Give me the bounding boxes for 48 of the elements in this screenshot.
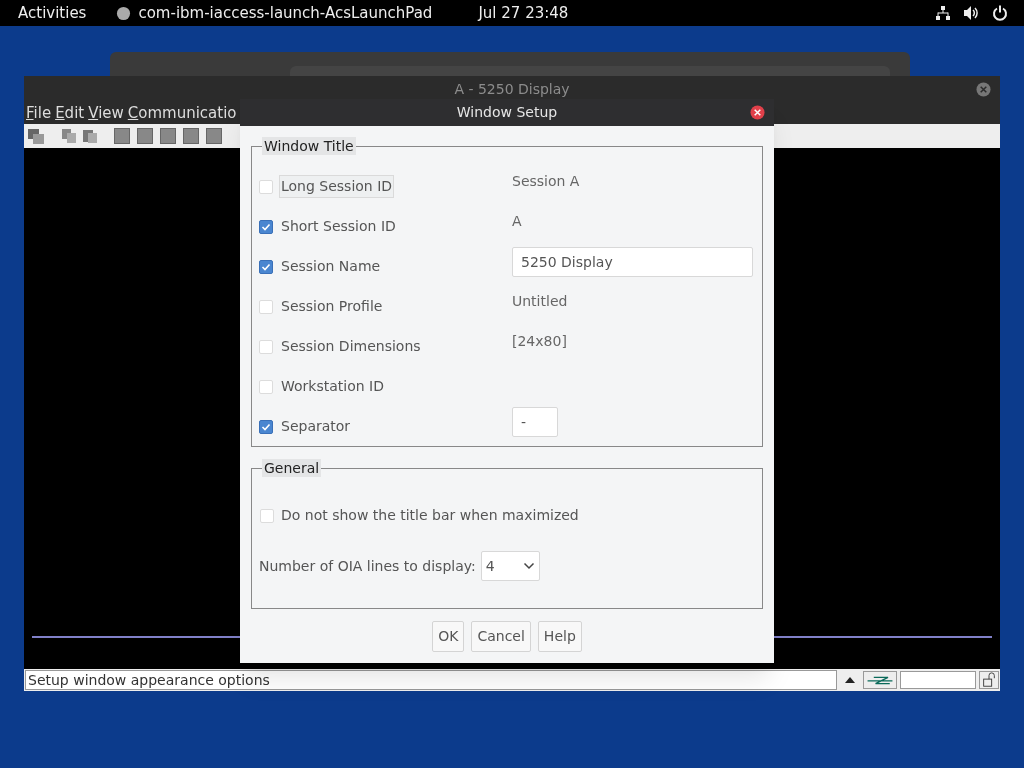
toolbar-icon[interactable]	[61, 128, 77, 144]
power-icon[interactable]	[992, 5, 1008, 21]
checkbox-label[interactable]: Long Session ID	[279, 175, 395, 198]
text-field[interactable]: -	[512, 407, 558, 437]
window-title: A - 5250 Display	[454, 79, 570, 99]
value-text: A	[512, 212, 522, 231]
network-icon[interactable]	[935, 5, 951, 21]
activities-button[interactable]: Activities	[18, 1, 87, 25]
clock[interactable]: Jul 27 23:48	[478, 1, 569, 25]
app-menu[interactable]: com-ibm-iaccess-launch-AcsLaunchPad	[138, 1, 433, 25]
checkbox-label[interactable]: Separator	[279, 415, 353, 438]
dialog-button[interactable]: OK	[432, 621, 465, 652]
checkbox[interactable]	[259, 419, 273, 434]
menu-item[interactable]: Communicatio	[127, 101, 237, 125]
checkmark-icon	[261, 221, 271, 232]
menu-item[interactable]: View	[88, 101, 124, 125]
value-text: [24x80]	[512, 332, 567, 351]
oia-lines-dropdown[interactable]: 4	[480, 551, 540, 581]
checkmark-icon	[261, 261, 271, 272]
app-icon	[116, 5, 132, 21]
field-label: Number of OIA lines to display:	[259, 556, 476, 576]
value-text: Untitled	[512, 292, 568, 311]
dialog-button[interactable]: Help	[537, 621, 582, 652]
close-icon[interactable]	[750, 105, 765, 120]
connection-icon	[863, 671, 897, 689]
dialog-title: Window Setup	[456, 103, 558, 122]
value-text: Session A	[512, 172, 580, 191]
checkbox-label[interactable]: Workstation ID	[279, 375, 386, 398]
checkbox-label[interactable]: Session Dimensions	[279, 335, 423, 358]
dialog-button[interactable]: Cancel	[471, 621, 531, 652]
checkbox-label[interactable]: Session Profile	[279, 295, 385, 318]
checkmark-icon	[261, 421, 271, 432]
toolbar-icon[interactable]	[82, 128, 98, 144]
menu-item[interactable]: Edit	[55, 101, 85, 125]
group-legend: Window Title	[262, 137, 356, 155]
checkbox[interactable]	[259, 219, 273, 234]
menu-item[interactable]: File	[26, 101, 52, 125]
text-field[interactable]: 5250 Display	[512, 247, 753, 277]
checkbox-label[interactable]: Do not show the title bar when maximized	[280, 505, 580, 526]
volume-icon[interactable]	[963, 5, 980, 21]
checkbox-label[interactable]: Session Name	[279, 255, 383, 278]
lock-icon	[979, 671, 999, 689]
group-legend: General	[262, 459, 322, 477]
checkbox[interactable]	[259, 259, 273, 274]
chevron-down-icon	[522, 562, 535, 570]
status-text: Setup window appearance options	[25, 670, 837, 690]
checkbox-label[interactable]: Short Session ID	[279, 215, 398, 238]
toolbar-icon[interactable]	[27, 127, 45, 145]
